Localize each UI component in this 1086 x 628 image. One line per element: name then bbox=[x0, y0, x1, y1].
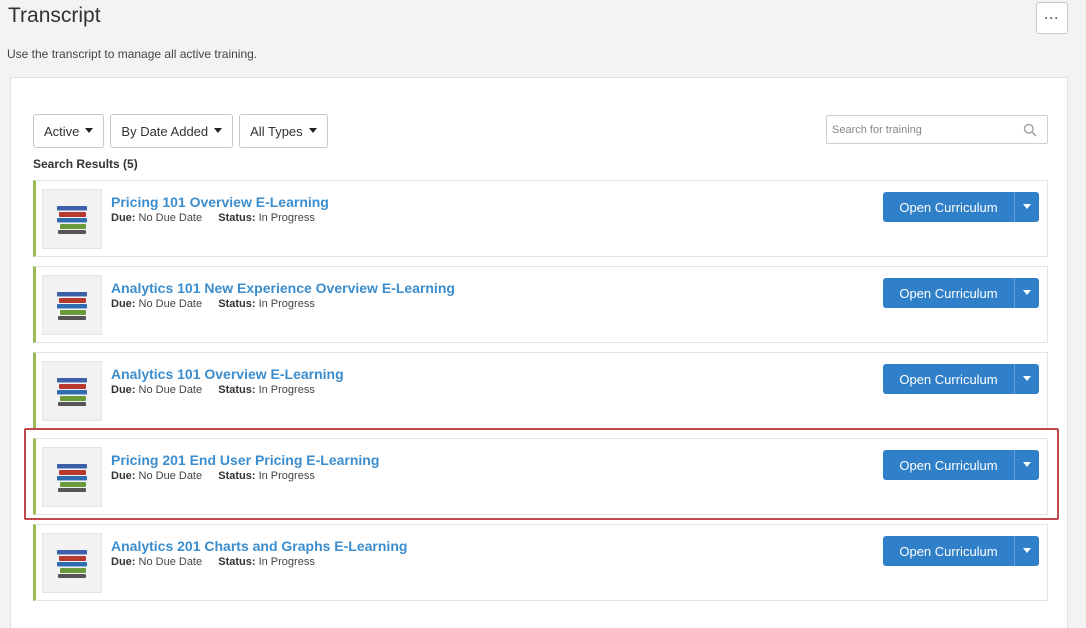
training-title-link[interactable]: Analytics 101 Overview E-Learning bbox=[111, 366, 344, 382]
status-value: In Progress bbox=[258, 384, 315, 396]
caret-down-icon bbox=[1023, 461, 1031, 467]
training-item: Pricing 101 Overview E-Learning Due: No … bbox=[33, 180, 1048, 257]
options-dropdown-button[interactable] bbox=[1014, 364, 1039, 394]
status-label: Status: bbox=[218, 298, 256, 310]
training-title-link[interactable]: Pricing 201 End User Pricing E-Learning bbox=[111, 452, 379, 468]
status-value: In Progress bbox=[258, 470, 315, 482]
filter-bar: Active By Date Added All Types bbox=[33, 114, 328, 148]
training-item: Analytics 101 New Experience Overview E-… bbox=[33, 266, 1048, 343]
status-filter-dropdown[interactable]: Active bbox=[33, 114, 105, 148]
options-dropdown-button[interactable] bbox=[1014, 450, 1039, 480]
type-filter-dropdown[interactable]: All Types bbox=[239, 114, 328, 148]
options-dropdown-button[interactable] bbox=[1014, 536, 1039, 566]
status-value: In Progress bbox=[258, 298, 315, 310]
page-subtitle: Use the transcript to manage all active … bbox=[7, 47, 258, 61]
books-stack-icon bbox=[42, 361, 102, 421]
training-title-link[interactable]: Analytics 101 New Experience Overview E-… bbox=[111, 280, 455, 296]
caret-down-icon bbox=[1023, 289, 1031, 295]
caret-down-icon bbox=[214, 127, 223, 133]
open-curriculum-split-button: Open Curriculum bbox=[883, 536, 1039, 566]
more-options-button[interactable]: ··· bbox=[1036, 2, 1068, 34]
status-label: Status: bbox=[218, 556, 256, 568]
open-curriculum-split-button: Open Curriculum bbox=[883, 278, 1039, 308]
type-filter-label: All Types bbox=[250, 123, 303, 139]
open-curriculum-button[interactable]: Open Curriculum bbox=[883, 278, 1014, 308]
due-label: Due: bbox=[111, 212, 136, 224]
search-input[interactable] bbox=[827, 123, 1017, 136]
status-filter-label: Active bbox=[44, 123, 80, 139]
training-meta: Due: No Due Date Status: In Progress bbox=[111, 470, 315, 482]
status-value: In Progress bbox=[258, 556, 315, 568]
caret-down-icon bbox=[1023, 203, 1031, 209]
caret-down-icon bbox=[1023, 375, 1031, 381]
more-icon: ··· bbox=[1044, 11, 1060, 25]
books-stack-icon bbox=[42, 275, 102, 335]
search-box bbox=[826, 115, 1048, 144]
due-label: Due: bbox=[111, 556, 136, 568]
search-results-count: Search Results (5) bbox=[33, 157, 138, 171]
due-value: No Due Date bbox=[138, 470, 203, 482]
training-title-link[interactable]: Pricing 101 Overview E-Learning bbox=[111, 194, 329, 210]
training-item: Analytics 101 Overview E-Learning Due: N… bbox=[33, 352, 1048, 429]
sort-label: By Date Added bbox=[121, 123, 209, 139]
training-title-link[interactable]: Analytics 201 Charts and Graphs E-Learni… bbox=[111, 538, 407, 554]
due-value: No Due Date bbox=[138, 298, 203, 310]
training-meta: Due: No Due Date Status: In Progress bbox=[111, 212, 315, 224]
search-icon[interactable] bbox=[1023, 123, 1037, 137]
open-curriculum-split-button: Open Curriculum bbox=[883, 364, 1039, 394]
open-curriculum-button[interactable]: Open Curriculum bbox=[883, 192, 1014, 222]
caret-down-icon bbox=[1023, 547, 1031, 553]
books-stack-icon bbox=[42, 189, 102, 249]
training-item: Analytics 201 Charts and Graphs E-Learni… bbox=[33, 524, 1048, 601]
due-label: Due: bbox=[111, 384, 136, 396]
page-title: Transcript bbox=[8, 4, 101, 27]
transcript-panel: Active By Date Added All Types Search Re… bbox=[10, 77, 1068, 628]
sort-dropdown[interactable]: By Date Added bbox=[110, 114, 234, 148]
training-meta: Due: No Due Date Status: In Progress bbox=[111, 298, 315, 310]
status-label: Status: bbox=[218, 212, 256, 224]
training-meta: Due: No Due Date Status: In Progress bbox=[111, 384, 315, 396]
training-item: Pricing 201 End User Pricing E-Learning … bbox=[33, 438, 1048, 515]
status-label: Status: bbox=[218, 470, 256, 482]
due-value: No Due Date bbox=[138, 212, 203, 224]
due-value: No Due Date bbox=[138, 556, 203, 568]
caret-down-icon bbox=[85, 127, 94, 133]
status-label: Status: bbox=[218, 384, 256, 396]
books-stack-icon bbox=[42, 447, 102, 507]
options-dropdown-button[interactable] bbox=[1014, 278, 1039, 308]
training-meta: Due: No Due Date Status: In Progress bbox=[111, 556, 315, 568]
status-value: In Progress bbox=[258, 212, 315, 224]
due-value: No Due Date bbox=[138, 384, 203, 396]
open-curriculum-button[interactable]: Open Curriculum bbox=[883, 536, 1014, 566]
due-label: Due: bbox=[111, 470, 136, 482]
open-curriculum-button[interactable]: Open Curriculum bbox=[883, 450, 1014, 480]
open-curriculum-button[interactable]: Open Curriculum bbox=[883, 364, 1014, 394]
options-dropdown-button[interactable] bbox=[1014, 192, 1039, 222]
open-curriculum-split-button: Open Curriculum bbox=[883, 192, 1039, 222]
caret-down-icon bbox=[308, 127, 317, 133]
open-curriculum-split-button: Open Curriculum bbox=[883, 450, 1039, 480]
books-stack-icon bbox=[42, 533, 102, 593]
due-label: Due: bbox=[111, 298, 136, 310]
